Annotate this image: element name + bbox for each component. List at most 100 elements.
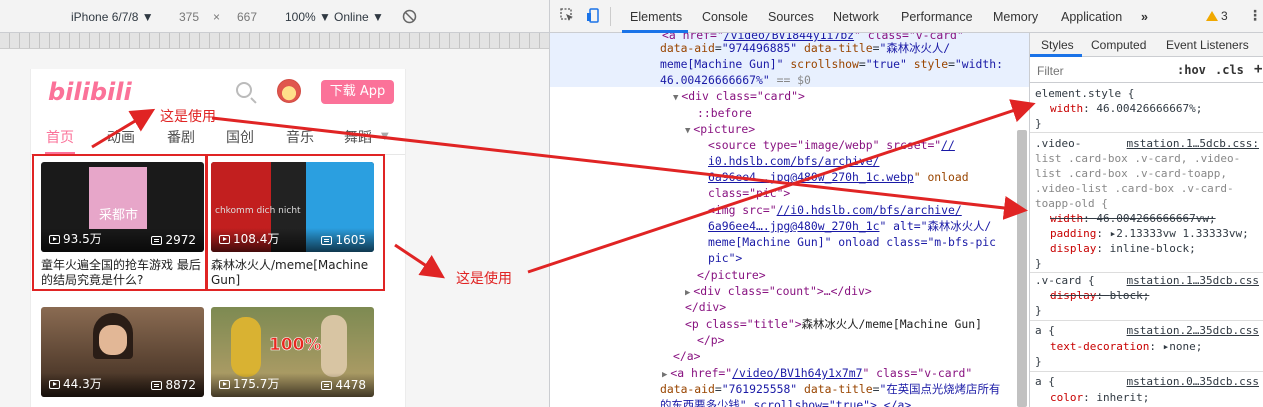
styles-filter-input[interactable] [1033, 61, 1166, 80]
device-select[interactable]: iPhone 6/7/8 ▼ [71, 10, 154, 24]
tab-dance[interactable]: 舞蹈 [344, 127, 372, 147]
css-declaration[interactable]: width: 46.00426666667%; [1050, 101, 1202, 116]
danmaku-icon [151, 381, 163, 390]
dom-node-line[interactable]: 6a96ee4….jpg@480w_270h_1c.webp" onload [708, 169, 969, 185]
expand-triangle-icon[interactable]: ▼ [685, 126, 690, 136]
avatar[interactable] [277, 79, 301, 103]
highlight-box-card-1 [32, 154, 207, 291]
dom-node-line[interactable]: </p> [697, 332, 724, 348]
tab-styles[interactable]: Styles [1041, 38, 1074, 52]
dom-node-line[interactable]: i0.hdslb.com/bfs/archive/ [708, 153, 879, 169]
dom-node-line[interactable]: meme[Machine Gun]" scrollshow="true" sty… [660, 56, 1003, 72]
css-declaration[interactable]: width: 46.004266666667vw; [1050, 211, 1216, 226]
css-selector: toapp-old { [1035, 197, 1108, 210]
dom-node-line[interactable]: </a> [673, 348, 700, 364]
danmaku-count: 8872 [151, 378, 196, 392]
danmaku-count: 4478 [321, 378, 366, 392]
tab-elements[interactable]: Elements [630, 10, 682, 24]
dom-node-line[interactable]: ▼ <div class="card"> [673, 88, 805, 106]
play-count: 175.7万 [219, 375, 279, 392]
dom-node-line[interactable]: ::before [697, 105, 752, 121]
stylesheet-link[interactable]: mstation.0…35dcb.css [1127, 374, 1259, 389]
dom-node-line[interactable]: <p class="title">森林冰火人/meme[Machine Gun] [685, 316, 982, 332]
css-declaration[interactable]: padding: ▸2.13333vw 1.33333vw; [1050, 226, 1249, 241]
dom-node-line[interactable]: pic"> [708, 250, 742, 266]
expand-triangle-icon[interactable]: ▶ [662, 370, 667, 380]
kebab-menu-icon[interactable]: ⋮ [1248, 8, 1262, 24]
tab-computed[interactable]: Computed [1091, 38, 1146, 52]
dom-node-line[interactable]: data-aid="974496885" data-title="森林冰火人/ [660, 40, 950, 56]
bilibili-logo[interactable]: bilibili [48, 78, 132, 106]
rule-divider [1030, 320, 1263, 321]
thumbnail-caption: 100% [269, 335, 322, 356]
dimension-times: × [213, 10, 221, 24]
dom-node-line[interactable]: 的东西要多少钱" scrollshow="true">…</a> [660, 397, 911, 407]
css-selector: .video- [1035, 137, 1082, 150]
css-selector: list .card-box .v-card-toapp, [1035, 167, 1228, 180]
download-app-button[interactable]: 下载 App [321, 80, 394, 104]
tab-event-listeners[interactable]: Event Listeners [1166, 38, 1249, 52]
width-input[interactable]: 375 [179, 10, 199, 24]
tab-performance[interactable]: Performance [901, 10, 973, 24]
tab-console[interactable]: Console [702, 10, 748, 24]
dom-node-line[interactable]: data-aid="761925558" data-title="在英国点光烧烤… [660, 381, 1000, 397]
search-icon[interactable] [236, 82, 252, 98]
tab-anime[interactable]: 动画 [107, 127, 135, 147]
active-tab-indicator [1030, 54, 1082, 57]
thumbnail-art [321, 315, 347, 377]
css-declaration[interactable]: text-decoration: ▸none; [1050, 339, 1202, 354]
stylesheet-link[interactable]: mstation.1…35dcb.css [1127, 273, 1259, 288]
css-declaration[interactable]: color: inherit; [1050, 390, 1149, 405]
dom-node-line[interactable]: meme[Machine Gun]" onload class="m-bfs-p… [708, 234, 996, 250]
css-brace: } [1035, 355, 1042, 368]
tab-memory[interactable]: Memory [993, 10, 1038, 24]
throttle-select[interactable]: Online ▼ [334, 10, 384, 24]
video-thumbnail[interactable]: 100% 175.7万 4478 [211, 307, 374, 397]
video-thumbnail[interactable]: 44.3万 8872 [41, 307, 204, 397]
scrollbar-thumb[interactable] [1017, 130, 1027, 407]
elements-dom-tree: <a href="/video/BV1844y1i7bz" class="v-c… [550, 33, 1029, 407]
dom-node-line[interactable]: </picture> [697, 267, 766, 283]
rotate-icon[interactable] [402, 9, 417, 24]
css-brace: } [1035, 304, 1042, 317]
device-mode-icon[interactable] [586, 8, 601, 23]
dom-node-line[interactable]: class="pic"> [708, 185, 790, 201]
play-icon [219, 380, 230, 389]
inspect-icon[interactable] [560, 8, 575, 23]
chevron-down-icon[interactable]: ▼ [381, 131, 389, 142]
dom-node-line[interactable]: </div> [685, 299, 726, 315]
tab-guochuang[interactable]: 国创 [226, 127, 254, 147]
styles-rules: element.style { width: 46.00426666667%; … [1030, 84, 1263, 407]
dom-node-line[interactable]: <source type="image/webp" srcset="// [708, 137, 955, 153]
stylesheet-link[interactable]: mstation.1…5dcb.css: [1127, 136, 1259, 151]
css-declaration[interactable]: display: inline-block; [1050, 241, 1196, 256]
more-tabs-button[interactable]: » [1141, 10, 1148, 24]
styles-filter-row: :hov .cls + [1030, 58, 1263, 83]
stylesheet-link[interactable]: mstation.2…35dcb.css [1127, 323, 1259, 338]
highlight-box-card-2 [206, 154, 385, 291]
tab-sources[interactable]: Sources [768, 10, 814, 24]
dom-node-line[interactable]: 46.00426666667%" == $0 [660, 72, 811, 88]
toolbar-divider [610, 7, 611, 26]
expand-triangle-icon[interactable]: ▼ [673, 93, 678, 103]
css-brace: } [1035, 257, 1042, 270]
play-count: 44.3万 [49, 375, 102, 392]
warning-badge[interactable]: 3 [1206, 9, 1228, 23]
devtools-tabbar: Elements Console Sources Network Perform… [550, 0, 1263, 33]
play-icon [49, 380, 60, 389]
zoom-select[interactable]: 100% ▼ [285, 10, 331, 24]
dom-node-line[interactable]: <img src="//i0.hdslb.com/bfs/archive/ [708, 202, 962, 218]
tab-network[interactable]: Network [833, 10, 879, 24]
css-declaration[interactable]: display: block; [1050, 288, 1149, 303]
hov-toggle-button[interactable]: :hov [1177, 63, 1206, 77]
height-input[interactable]: 667 [237, 10, 257, 24]
tab-application[interactable]: Application [1061, 10, 1122, 24]
tab-home[interactable]: 首页 [46, 127, 74, 147]
add-rule-button[interactable]: + [1254, 61, 1262, 77]
tab-bangumi[interactable]: 番剧 [167, 127, 195, 147]
tab-music[interactable]: 音乐 [286, 127, 314, 147]
expand-triangle-icon[interactable]: ▶ [685, 288, 690, 298]
rule-divider [1030, 371, 1263, 372]
dom-node-line[interactable]: 6a96ee4….jpg@480w_270h_1c" alt="森林冰火人/ [708, 218, 991, 234]
cls-toggle-button[interactable]: .cls [1215, 63, 1244, 77]
